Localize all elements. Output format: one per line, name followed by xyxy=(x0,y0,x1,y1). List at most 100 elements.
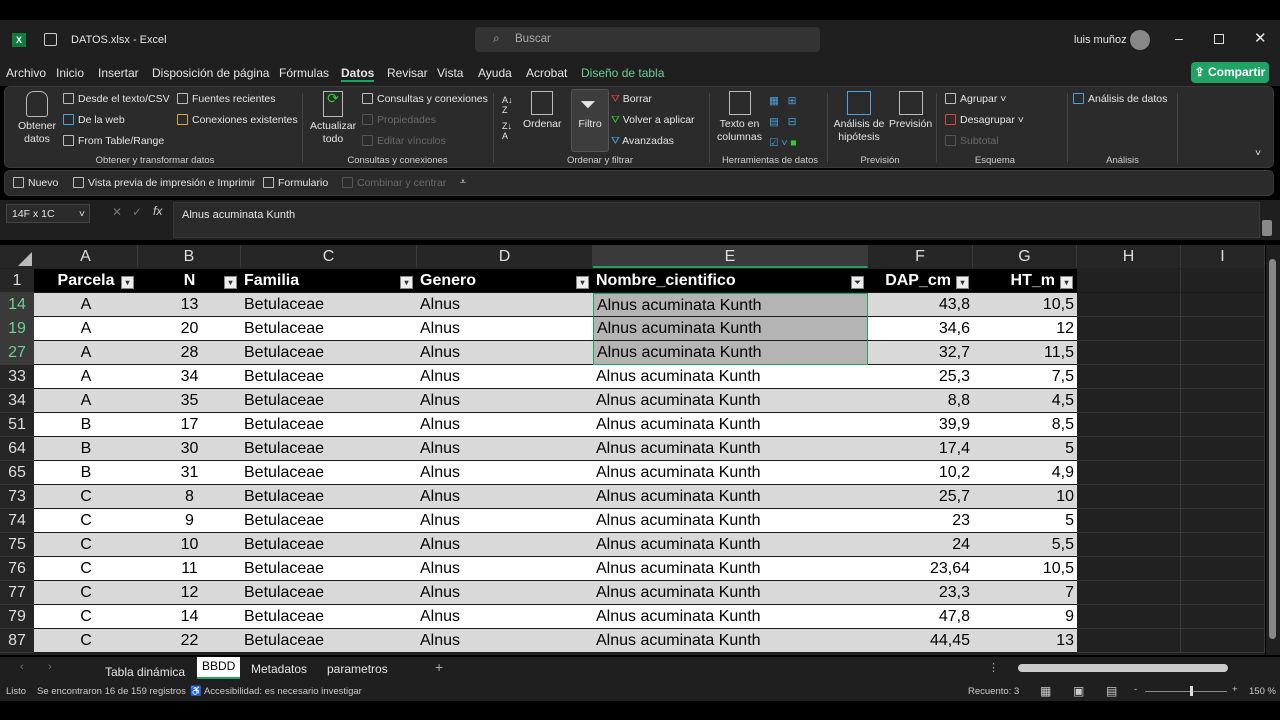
table-cell[interactable]: 43,8 xyxy=(868,293,973,317)
zoom-in-button[interactable]: + xyxy=(1232,684,1238,695)
menu-tab-9[interactable]: Acrobat xyxy=(526,66,567,80)
next-sheet-icon[interactable]: › xyxy=(48,661,52,673)
table-cell[interactable]: Alnus xyxy=(417,557,593,581)
empty-cell[interactable] xyxy=(1181,437,1265,461)
collapse-ribbon-icon[interactable]: ˅ xyxy=(1255,147,1261,159)
table-cell[interactable]: Betulaceae xyxy=(241,557,417,581)
table-cell[interactable]: B xyxy=(34,461,138,485)
table-cell[interactable]: Alnus xyxy=(417,317,593,341)
empty-cell[interactable] xyxy=(1077,365,1181,389)
table-cell[interactable]: 4,9 xyxy=(973,461,1077,485)
table-cell[interactable]: 23,64 xyxy=(868,557,973,581)
table-cell[interactable]: 12 xyxy=(973,317,1077,341)
queries-connections-button[interactable]: Consultas y conexiones xyxy=(362,93,488,105)
avatar[interactable] xyxy=(1130,30,1150,50)
horizontal-scrollbar[interactable] xyxy=(1010,663,1260,674)
empty-cell[interactable] xyxy=(1181,461,1265,485)
empty-cell[interactable] xyxy=(1077,413,1181,437)
table-cell[interactable]: Betulaceae xyxy=(241,605,417,629)
table-cell[interactable]: 28 xyxy=(138,341,241,365)
empty-cell[interactable] xyxy=(1077,341,1181,365)
table-cell[interactable]: 8,5 xyxy=(973,413,1077,437)
column-header-H[interactable]: H xyxy=(1077,245,1181,268)
from-text-csv-button[interactable]: Desde el texto/CSV xyxy=(63,93,170,105)
table-header-cell[interactable]: Familia ▾ xyxy=(241,269,417,293)
table-header-cell[interactable]: Genero ▾ xyxy=(417,269,593,293)
empty-cell[interactable] xyxy=(1077,437,1181,461)
zoom-slider[interactable] xyxy=(1145,686,1227,696)
table-header-cell[interactable]: N ▾ xyxy=(138,269,241,293)
user-name[interactable]: luis muñoz xyxy=(1074,34,1127,46)
table-cell[interactable]: Alnus acuminata Kunth xyxy=(593,629,868,653)
table-cell[interactable]: 5 xyxy=(973,509,1077,533)
filter-dropdown-icon[interactable]: ▾ xyxy=(956,276,969,289)
empty-cell[interactable] xyxy=(1181,341,1265,365)
table-cell[interactable]: 10,2 xyxy=(868,461,973,485)
table-cell[interactable]: 10 xyxy=(138,533,241,557)
menu-tab-2[interactable]: Insertar xyxy=(98,66,139,80)
empty-cell[interactable] xyxy=(1077,629,1181,653)
empty-cell[interactable] xyxy=(1181,413,1265,437)
table-cell[interactable]: Alnus xyxy=(417,509,593,533)
menu-tab-0[interactable]: Archivo xyxy=(6,66,46,80)
recent-sources-button[interactable]: Fuentes recientes xyxy=(177,93,275,105)
restore-icon[interactable] xyxy=(1214,34,1224,44)
chevron-down-icon[interactable]: ˅ xyxy=(79,208,85,220)
empty-cell[interactable] xyxy=(1181,365,1265,389)
empty-cell[interactable] xyxy=(1181,389,1265,413)
table-cell[interactable]: Alnus xyxy=(417,437,593,461)
table-cell[interactable]: Alnus acuminata Kunth xyxy=(593,437,868,461)
empty-cell[interactable] xyxy=(1181,557,1265,581)
table-cell[interactable]: Betulaceae xyxy=(241,533,417,557)
table-cell[interactable]: C xyxy=(34,485,138,509)
empty-cell[interactable] xyxy=(1181,533,1265,557)
table-cell[interactable]: Alnus acuminata Kunth xyxy=(593,557,868,581)
refresh-all-button[interactable]: ⟳ Actualizar todo xyxy=(310,91,356,146)
advanced-filter-button[interactable]: ⛛ Avanzadas xyxy=(611,135,674,148)
ungroup-button[interactable]: Desagrupar ˅ xyxy=(945,114,1024,126)
row-header[interactable]: 77 xyxy=(0,581,34,605)
table-cell[interactable]: Betulaceae xyxy=(241,485,417,509)
menu-tab-1[interactable]: Inicio xyxy=(56,66,84,80)
add-sheet-button[interactable]: + xyxy=(435,659,443,675)
from-table-button[interactable]: From Table/Range xyxy=(63,135,164,147)
page-break-icon[interactable]: ▤ xyxy=(1106,684,1117,698)
tab-splitter[interactable]: ⋮ xyxy=(988,661,999,674)
table-cell[interactable]: 14 xyxy=(138,605,241,629)
table-cell[interactable]: Alnus acuminata Kunth xyxy=(593,365,868,389)
table-cell[interactable]: C xyxy=(34,557,138,581)
column-header-B[interactable]: B xyxy=(138,245,241,268)
table-cell[interactable]: 4,5 xyxy=(973,389,1077,413)
table-cell[interactable]: Betulaceae xyxy=(241,413,417,437)
empty-cell[interactable] xyxy=(1077,581,1181,605)
column-header-C[interactable]: C xyxy=(241,245,417,268)
name-box[interactable]: 14F x 1C ˅ xyxy=(6,204,90,223)
row-header[interactable]: 51 xyxy=(0,413,34,437)
table-cell[interactable]: 32,7 xyxy=(868,341,973,365)
table-cell[interactable]: Betulaceae xyxy=(241,341,417,365)
sort-asc-button[interactable]: A↓ Z xyxy=(502,95,513,115)
search-box[interactable]: ⌕ Buscar xyxy=(475,27,820,52)
table-cell[interactable]: 25,3 xyxy=(868,365,973,389)
row-header[interactable]: 1 xyxy=(0,269,34,293)
empty-cell[interactable] xyxy=(1181,605,1265,629)
menu-tab-6[interactable]: Revisar xyxy=(387,66,428,80)
column-header-A[interactable]: A xyxy=(34,245,138,268)
table-cell[interactable]: 34,6 xyxy=(868,317,973,341)
empty-cell[interactable] xyxy=(1181,485,1265,509)
table-cell[interactable]: 7,5 xyxy=(973,365,1077,389)
form-button[interactable]: Formulario xyxy=(263,177,328,189)
table-header-cell[interactable]: DAP_cm ▾ xyxy=(868,269,973,293)
menu-tab-3[interactable]: Disposición de página xyxy=(152,66,269,80)
customize-qat-icon[interactable]: ⩡ xyxy=(460,176,466,189)
filter-dropdown-icon[interactable]: ▾ xyxy=(576,276,589,289)
new-button[interactable]: Nuevo xyxy=(13,177,58,189)
table-cell[interactable]: Alnus xyxy=(417,341,593,365)
print-preview-button[interactable]: Vista previa de impresión e Imprimir xyxy=(73,177,255,189)
page-layout-icon[interactable]: ▣ xyxy=(1073,684,1084,698)
empty-cell[interactable] xyxy=(1077,389,1181,413)
table-cell[interactable]: 13 xyxy=(138,293,241,317)
empty-cell[interactable] xyxy=(1077,557,1181,581)
table-cell[interactable]: 34 xyxy=(138,365,241,389)
table-cell[interactable]: Alnus acuminata Kunth xyxy=(593,413,868,437)
